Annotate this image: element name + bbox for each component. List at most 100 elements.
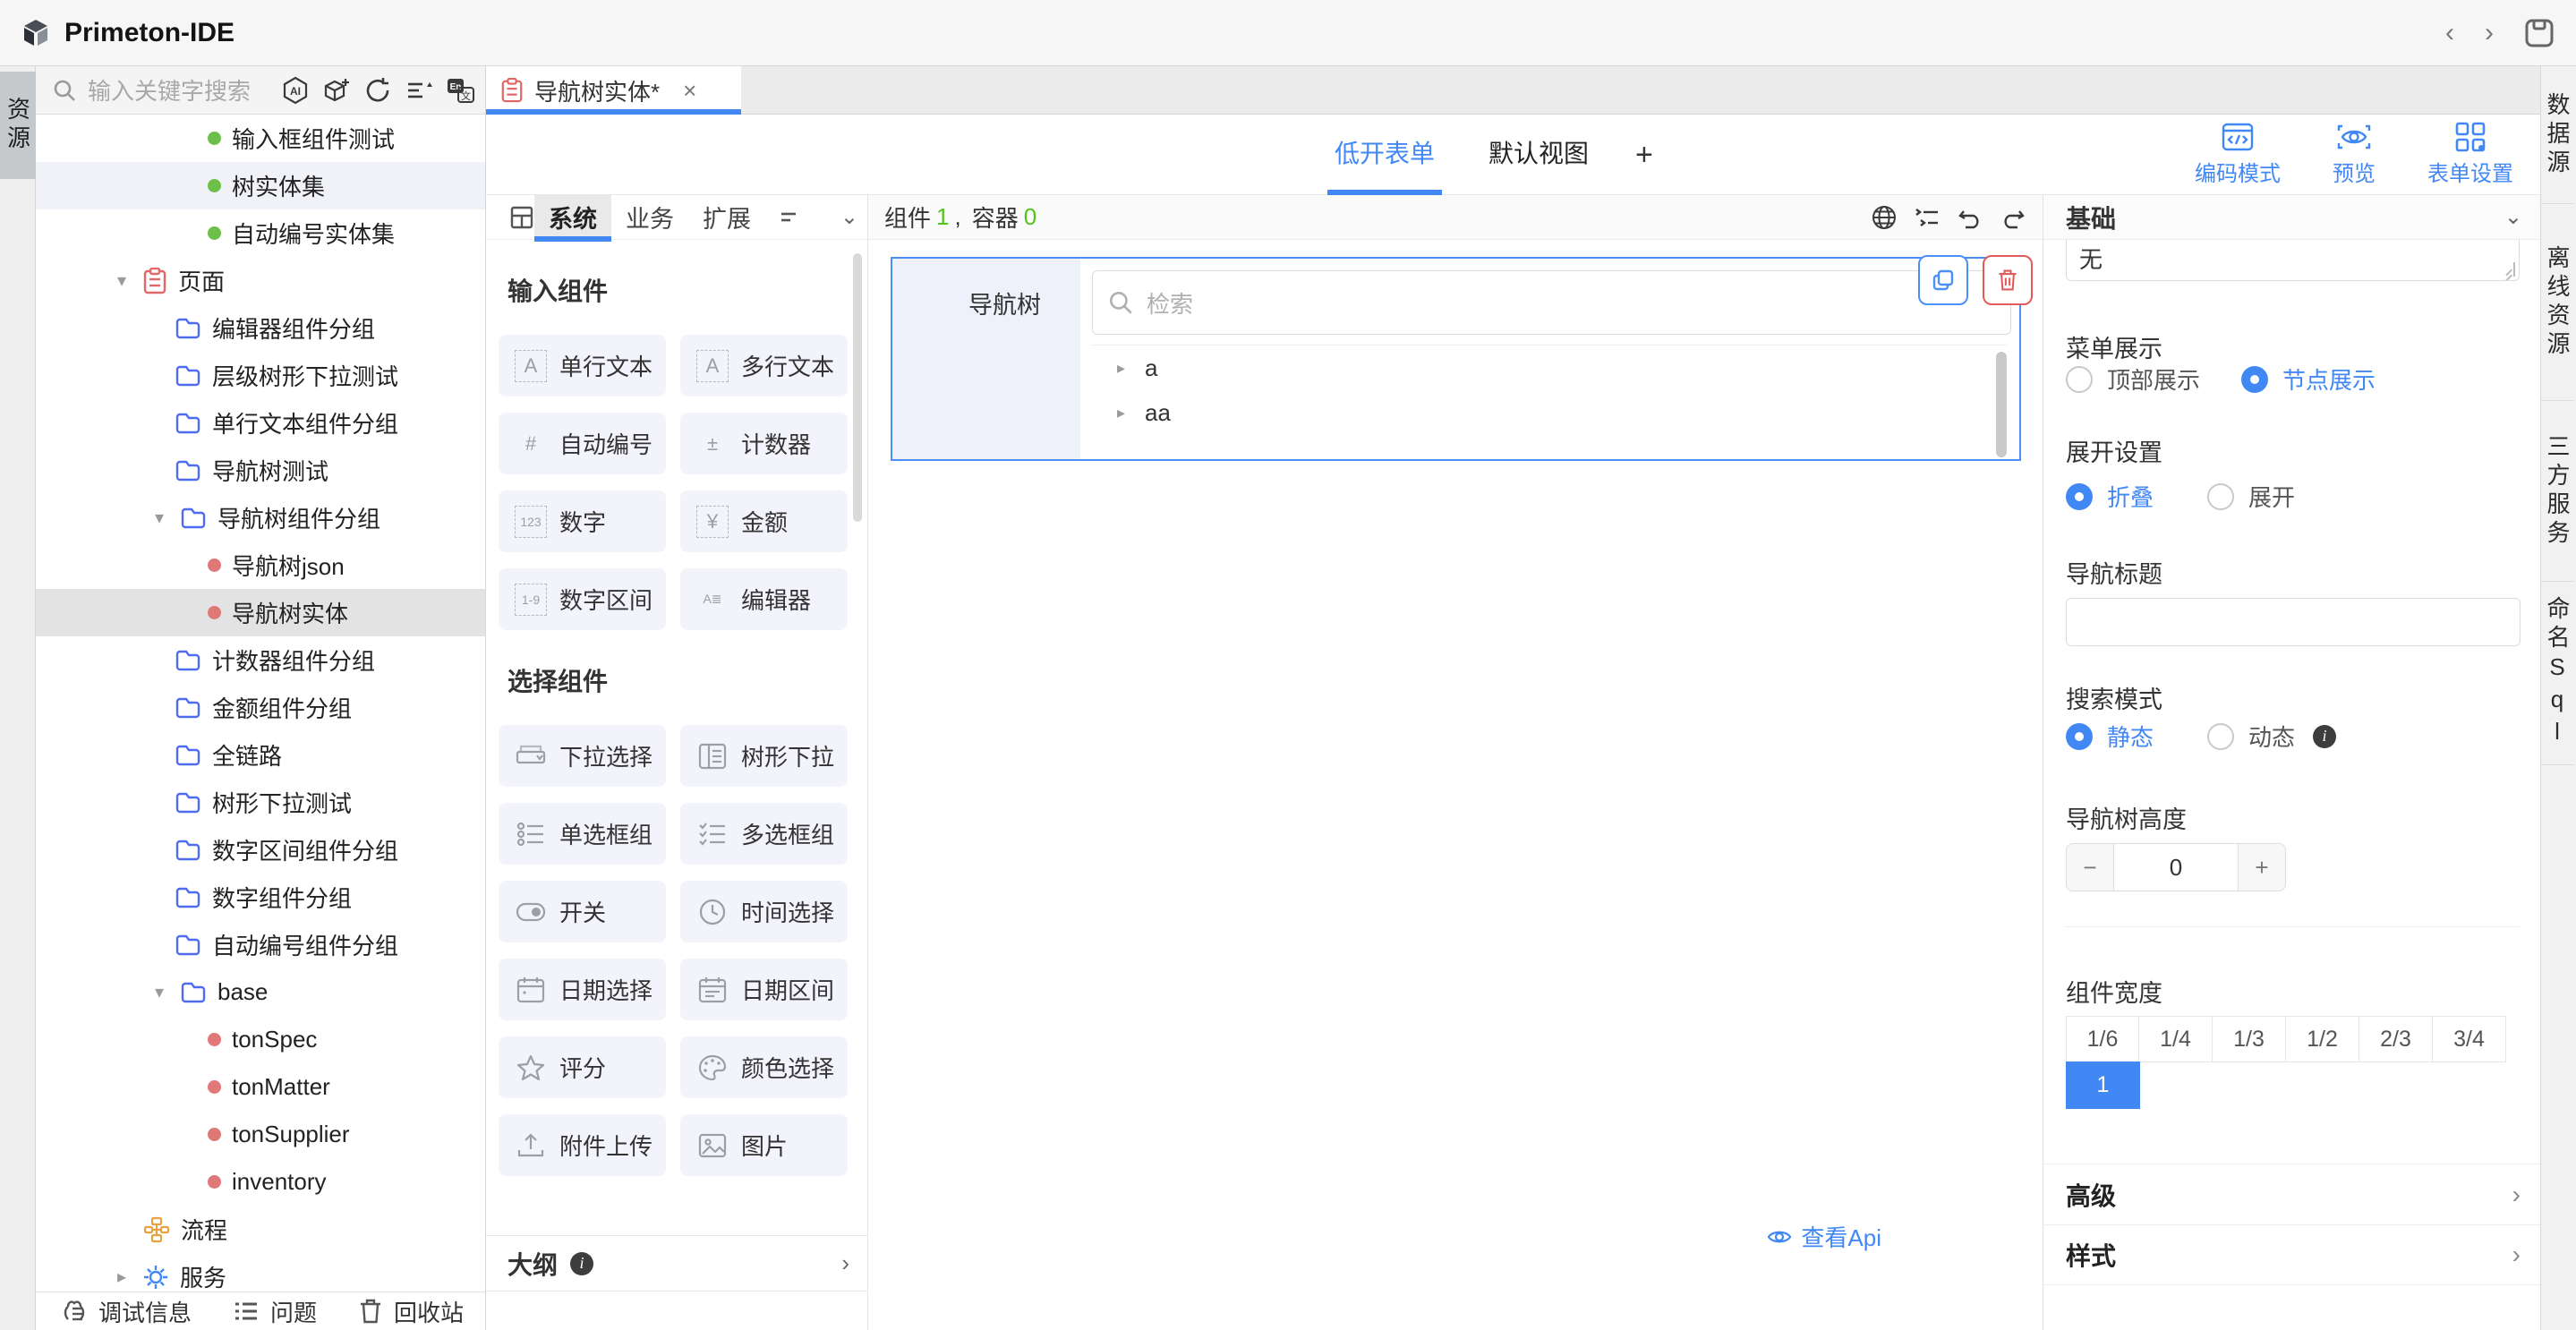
- tree-item[interactable]: 输入框组件测试: [36, 115, 485, 162]
- tab-data-source[interactable]: 数据源: [2541, 66, 2574, 204]
- inspector-section-advanced[interactable]: 高级 ›: [2043, 1164, 2540, 1224]
- recycle-bin-button[interactable]: 回收站: [358, 1295, 464, 1328]
- tab-resources[interactable]: 资源: [0, 72, 36, 179]
- debug-info-button[interactable]: 调试信息: [61, 1295, 192, 1328]
- tree-item[interactable]: 单行文本组件分组: [36, 399, 485, 447]
- chevron-down-icon[interactable]: ⌄: [840, 204, 858, 230]
- tree-item[interactable]: 金额组件分组: [36, 684, 485, 731]
- palette-tab-system[interactable]: 系统: [534, 195, 611, 240]
- translate-icon[interactable]: En文: [446, 76, 476, 105]
- tree-item[interactable]: ▾导航树组件分组: [36, 494, 485, 541]
- palette-item-tree-select[interactable]: 树形下拉: [680, 725, 848, 787]
- width-1-6[interactable]: 1/6: [2066, 1016, 2139, 1062]
- nav-title-input[interactable]: [2066, 598, 2521, 646]
- palette-item-rate[interactable]: 评分: [499, 1036, 666, 1098]
- palette-item-auto-number[interactable]: #自动编号: [499, 413, 666, 474]
- tree-height-value[interactable]: 0: [2114, 844, 2238, 891]
- add-view-button[interactable]: +: [1635, 138, 1653, 173]
- ai-icon[interactable]: AI: [281, 76, 310, 105]
- palette-scrollbar[interactable]: [853, 253, 862, 522]
- caret-right-icon[interactable]: ▸: [1117, 359, 1125, 378]
- tree-item[interactable]: 树形下拉测试: [36, 779, 485, 826]
- tab-lowcode-form[interactable]: 低开表单: [1327, 115, 1442, 195]
- tree-item[interactable]: 树实体集: [36, 162, 485, 209]
- component-search-input[interactable]: 检索: [1092, 270, 2011, 335]
- tree-item[interactable]: 流程: [36, 1206, 485, 1253]
- tree-item[interactable]: tonMatter: [36, 1063, 485, 1111]
- globe-icon[interactable]: [1871, 204, 1898, 231]
- outline-section[interactable]: 大纲 i ›: [486, 1235, 867, 1292]
- palette-item-checkbox-group[interactable]: 多选框组: [680, 803, 848, 865]
- redo-icon[interactable]: [2000, 204, 2026, 231]
- tree-item[interactable]: 编辑器组件分组: [36, 304, 485, 352]
- tree-node[interactable]: ▸aa: [1092, 390, 2008, 435]
- tree-item[interactable]: ▾base: [36, 968, 485, 1016]
- save-icon[interactable]: [2524, 18, 2555, 48]
- palette-item-upload[interactable]: 附件上传: [499, 1114, 666, 1176]
- radio-static[interactable]: 静态: [2066, 720, 2154, 753]
- plus-button[interactable]: +: [2238, 844, 2285, 891]
- list-small-icon[interactable]: [778, 207, 799, 228]
- caret-down-icon[interactable]: ▾: [149, 981, 169, 1003]
- palette-item-select[interactable]: 下拉选择: [499, 725, 666, 787]
- component-scrollbar[interactable]: [1996, 352, 2007, 457]
- radio-node-display[interactable]: 节点展示: [2241, 362, 2376, 396]
- inspector-section-style[interactable]: 样式 ›: [2043, 1224, 2540, 1285]
- tree-item[interactable]: 全链路: [36, 731, 485, 779]
- tree-item[interactable]: 数字区间组件分组: [36, 826, 485, 874]
- inspector-section-basic[interactable]: 基础 ⌄: [2043, 195, 2540, 240]
- tree-node[interactable]: ▸a: [1092, 345, 2008, 390]
- problems-button[interactable]: 问题: [233, 1295, 317, 1328]
- width-1-4[interactable]: 1/4: [2139, 1016, 2213, 1062]
- radio-top-display[interactable]: 顶部展示: [2066, 362, 2200, 396]
- tree-item[interactable]: 自动编号实体集: [36, 209, 485, 257]
- palette-item-time-picker[interactable]: 时间选择: [680, 881, 848, 942]
- tree-item[interactable]: tonSpec: [36, 1016, 485, 1063]
- code-mode-button[interactable]: 编码模式: [2195, 122, 2281, 187]
- chevron-right-icon[interactable]: ›: [841, 1249, 849, 1277]
- tab-named-sql[interactable]: 命名Sql: [2541, 582, 2574, 765]
- palette-item-money[interactable]: ¥金额: [680, 490, 848, 552]
- caret-right-icon[interactable]: ▸: [1117, 404, 1125, 422]
- nav-tree-component-selected[interactable]: 导航树 检索 ▸a ▸aa: [891, 257, 2021, 461]
- palette-item-date-picker[interactable]: 日期选择: [499, 959, 666, 1020]
- tree-item[interactable]: inventory: [36, 1158, 485, 1206]
- caret-down-icon[interactable]: ▾: [112, 269, 132, 292]
- close-icon[interactable]: ×: [683, 77, 696, 105]
- view-api-link[interactable]: 查看Api: [1767, 1220, 1881, 1253]
- chevron-down-icon[interactable]: ⌄: [2504, 204, 2522, 230]
- tree-item[interactable]: tonSupplier: [36, 1111, 485, 1158]
- palette-tab-extension[interactable]: 扩展: [688, 195, 765, 240]
- tree-item[interactable]: 层级树形下拉测试: [36, 352, 485, 399]
- preview-button[interactable]: 预览: [2333, 122, 2376, 187]
- palette-item-single-line-text[interactable]: A单行文本: [499, 335, 666, 396]
- width-2-3[interactable]: 2/3: [2359, 1016, 2433, 1062]
- form-settings-button[interactable]: 表单设置: [2427, 122, 2513, 187]
- tab-default-view[interactable]: 默认视图: [1481, 115, 1596, 195]
- tree-item[interactable]: 导航树测试: [36, 447, 485, 494]
- tab-nav-tree-entity[interactable]: 导航树实体* ×: [486, 66, 741, 115]
- palette-item-switch[interactable]: 开关: [499, 881, 666, 942]
- palette-item-editor[interactable]: A≣编辑器: [680, 568, 848, 630]
- radio-dynamic[interactable]: 动态i: [2207, 720, 2336, 753]
- tab-offline-resources[interactable]: 离线资源: [2541, 204, 2574, 401]
- basic-textarea[interactable]: 无: [2066, 240, 2520, 281]
- sort-icon[interactable]: [405, 76, 433, 105]
- tree-item[interactable]: 计数器组件分组: [36, 636, 485, 684]
- tree-item[interactable]: 数字组件分组: [36, 874, 485, 921]
- refresh-icon[interactable]: [363, 76, 392, 105]
- palette-item-multi-line-text[interactable]: A多行文本: [680, 335, 848, 396]
- palette-item-counter[interactable]: ±计数器: [680, 413, 848, 474]
- tree-item-selected[interactable]: 导航树实体: [36, 589, 485, 636]
- palette-tab-business[interactable]: 业务: [611, 195, 688, 240]
- tree-item[interactable]: 自动编号组件分组: [36, 921, 485, 968]
- resize-handle-icon[interactable]: [2501, 262, 2515, 277]
- palette-item-color-picker[interactable]: 颜色选择: [680, 1036, 848, 1098]
- palette-item-radio-group[interactable]: 单选框组: [499, 803, 666, 865]
- width-1-3[interactable]: 1/3: [2213, 1016, 2286, 1062]
- sidebar-search-input[interactable]: 输入关键字搜索: [88, 73, 251, 107]
- palette-item-image[interactable]: 图片: [680, 1114, 848, 1176]
- caret-right-icon[interactable]: ▸: [112, 1266, 132, 1288]
- nav-forward-icon[interactable]: ›: [2485, 18, 2494, 48]
- design-canvas[interactable]: 组件 1 , 容器 0 导航树 检索 ▸a: [868, 195, 2043, 1330]
